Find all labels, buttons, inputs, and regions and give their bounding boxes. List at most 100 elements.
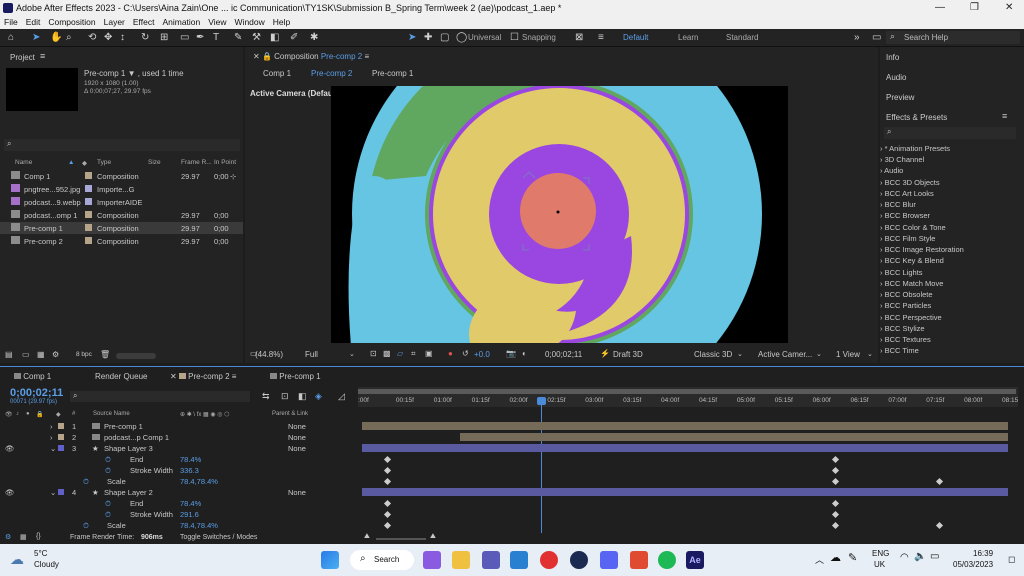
- effects-category[interactable]: › BCC Lights: [880, 268, 923, 277]
- weather-condition[interactable]: Cloudy: [34, 560, 59, 569]
- delete-icon[interactable]: 🗑: [100, 350, 110, 359]
- playhead-handle[interactable]: [537, 397, 546, 405]
- workspace-learn[interactable]: Learn: [678, 33, 698, 42]
- pan-behind-tool-icon[interactable]: ⊞: [160, 32, 168, 43]
- menu-layer[interactable]: Layer: [100, 16, 129, 28]
- wifi-icon[interactable]: ◠: [900, 552, 909, 563]
- channel-icon[interactable]: ▣: [425, 349, 433, 358]
- layer-bar[interactable]: [362, 422, 1008, 430]
- stopwatch-icon[interactable]: ⏱: [83, 477, 89, 487]
- maximize-icon[interactable]: ❐: [970, 2, 979, 13]
- panel-menu-icon[interactable]: ≡: [1002, 111, 1007, 121]
- effects-category[interactable]: › BCC Art Looks: [880, 189, 934, 198]
- layer-row[interactable]: 👁 ⌄ 3 ★ Shape Layer 3 None: [0, 443, 1024, 454]
- timeline-tab-comp1[interactable]: Comp 1: [14, 372, 51, 381]
- layer-row[interactable]: 👁 ⌄ 4 ★ Shape Layer 2 None: [0, 487, 1024, 498]
- audio-panel-tab[interactable]: Audio: [886, 73, 906, 82]
- effects-category[interactable]: › BCC Time: [880, 346, 919, 355]
- panel-toggle-icon[interactable]: ▭: [872, 32, 881, 43]
- snap-options-icon[interactable]: ⊠: [575, 32, 583, 43]
- col-in-point[interactable]: In Point: [214, 159, 236, 166]
- property-row[interactable]: ⏱ End 78.4%: [0, 454, 1024, 465]
- expand-arrow-icon[interactable]: ›: [50, 422, 53, 431]
- timeline-current-time[interactable]: 0;00;02;11: [10, 387, 63, 399]
- opera-icon[interactable]: [540, 551, 558, 569]
- color-management-icon[interactable]: ●: [448, 349, 453, 358]
- current-time-display[interactable]: 0;00;02;11: [545, 350, 582, 359]
- work-area-bar[interactable]: [358, 389, 1016, 394]
- thumbnail-slider[interactable]: [116, 353, 156, 359]
- rotate-tool-icon[interactable]: ↻: [141, 32, 149, 43]
- battery-icon[interactable]: ▭: [930, 551, 939, 562]
- views-dropdown[interactable]: 1 View: [836, 350, 860, 359]
- comp-flowchart-icon[interactable]: ⇆: [262, 391, 270, 402]
- layer-bar[interactable]: [460, 433, 1008, 441]
- project-item[interactable]: podcast...omp 1 Composition 29.97 0;00: [0, 209, 243, 221]
- timeline-tab-precomp1[interactable]: Pre-comp 1: [270, 372, 321, 381]
- effects-category[interactable]: › BCC Match Move: [880, 279, 943, 288]
- visibility-eye-icon[interactable]: 👁: [5, 488, 15, 497]
- expand-arrow-icon[interactable]: ⌄: [50, 444, 56, 453]
- notifications-icon[interactable]: ◻: [1008, 554, 1015, 565]
- pen-tool-icon[interactable]: ✒: [196, 32, 204, 43]
- menu-composition[interactable]: Composition: [44, 16, 99, 28]
- magnification-dropdown[interactable]: (44.8%): [253, 350, 293, 359]
- effects-category[interactable]: › BCC 3D Objects: [880, 178, 940, 187]
- steam-icon[interactable]: [570, 551, 588, 569]
- effects-category[interactable]: › BCC Obsolete: [880, 290, 933, 299]
- menu-effect[interactable]: Effect: [129, 16, 159, 28]
- show-hidden-icons-icon[interactable]: ︿: [815, 553, 824, 566]
- workspace-default[interactable]: Default: [623, 33, 648, 42]
- property-row[interactable]: ⏱ Scale 78.4,78.4%: [0, 476, 1024, 487]
- clone-stamp-tool-icon[interactable]: ⚒: [252, 32, 261, 43]
- timeline-ruler[interactable]: :00f 00:15f 01:00f 01:15f 02:00f 02:15f 03:00f…: [358, 387, 1018, 407]
- menu-view[interactable]: View: [204, 16, 230, 28]
- layer-bar[interactable]: [362, 488, 1008, 496]
- weather-cloud-icon[interactable]: ☁: [10, 551, 24, 568]
- project-item[interactable]: podcast...9.webp ImporterAIDE: [0, 196, 243, 208]
- workspace-more-icon[interactable]: »: [854, 32, 860, 43]
- mail-icon[interactable]: [510, 551, 528, 569]
- close-tab-icon[interactable]: ✕: [170, 372, 177, 381]
- expand-arrow-icon[interactable]: ›: [50, 433, 53, 442]
- brush-tool-icon[interactable]: ✎: [234, 32, 242, 43]
- project-item[interactable]: Pre-comp 1 Composition 29.97 0;00: [0, 222, 243, 234]
- search-help-field[interactable]: ⌕ Search Help: [886, 31, 1020, 44]
- language-region[interactable]: UK: [874, 560, 885, 569]
- file-explorer-icon[interactable]: [452, 551, 470, 569]
- spotify-icon[interactable]: [658, 551, 676, 569]
- preview-panel-tab[interactable]: Preview: [886, 93, 914, 102]
- local-axis-icon[interactable]: ➤: [408, 32, 416, 43]
- show-snapshot-icon[interactable]: ◐: [522, 349, 527, 358]
- type-tool-icon[interactable]: T: [213, 32, 219, 43]
- fast-previews-icon[interactable]: ⚡: [600, 349, 610, 358]
- zoom-out-icon[interactable]: ⛰: [364, 533, 370, 541]
- close-tab-icon[interactable]: ✕: [253, 52, 260, 61]
- discord-icon[interactable]: [600, 551, 618, 569]
- meet-app-icon[interactable]: [423, 551, 441, 569]
- align-icon[interactable]: ≡: [598, 32, 604, 43]
- project-settings-icon[interactable]: ⚙: [52, 350, 59, 359]
- comp-subtab-precomp1[interactable]: Pre-comp 1: [372, 69, 413, 78]
- effects-category[interactable]: › BCC Blur: [880, 200, 916, 209]
- graph-editor-icon[interactable]: ◿: [338, 391, 345, 402]
- universal-icon[interactable]: ◯: [456, 32, 467, 43]
- transfer-controls-icon[interactable]: ▦: [20, 533, 27, 541]
- effects-category[interactable]: › BCC Browser: [880, 211, 930, 220]
- property-row[interactable]: ⏱ End 78.4%: [0, 498, 1024, 509]
- dolly-tool-icon[interactable]: ↕: [120, 32, 125, 43]
- property-row[interactable]: ⏱ Scale 78.4,78.4%: [0, 520, 1024, 531]
- col-size[interactable]: Size: [148, 159, 161, 166]
- in-out-icon[interactable]: {}: [36, 533, 41, 540]
- comp-subtab-comp1[interactable]: Comp 1: [263, 69, 291, 78]
- selection-tool-icon[interactable]: ➤: [32, 32, 40, 43]
- project-item[interactable]: Comp 1 Composition 29.97 0;00 ⊹: [0, 170, 243, 182]
- menu-file[interactable]: File: [0, 16, 22, 28]
- composition-viewer[interactable]: [331, 86, 788, 343]
- interpret-footage-icon[interactable]: ▤: [5, 350, 13, 359]
- effects-category[interactable]: › BCC Image Restoration: [880, 245, 964, 254]
- effects-category[interactable]: › Audio: [880, 166, 903, 175]
- effects-category[interactable]: › * Animation Presets: [880, 144, 950, 153]
- hand-tool-icon[interactable]: ✋: [50, 32, 62, 43]
- parent-link-header[interactable]: Parent & Link: [272, 411, 308, 417]
